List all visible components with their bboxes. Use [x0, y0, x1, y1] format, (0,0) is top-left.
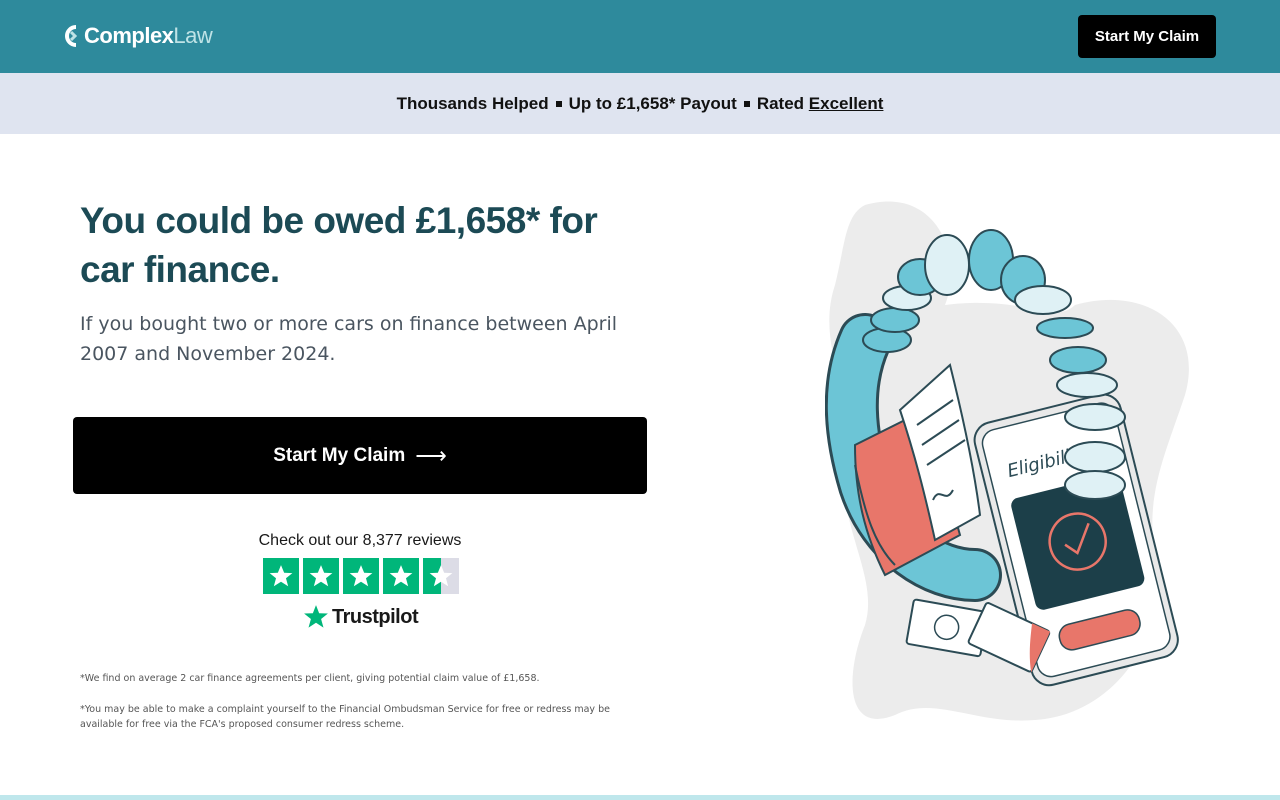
- trustpilot-logo[interactable]: Trustpilot: [303, 604, 419, 630]
- header-start-claim-button[interactable]: Start My Claim: [1078, 15, 1216, 58]
- star-icon: [303, 558, 339, 594]
- banner-item-payout: Up to £1,658* Payout: [568, 93, 737, 113]
- banner-separator: [743, 100, 750, 107]
- hero-title: You could be owed £1,658* for car financ…: [80, 200, 598, 290]
- arrow-right-icon: ⟶: [415, 442, 447, 468]
- hero-start-claim-button[interactable]: Start My Claim ⟶: [73, 417, 647, 494]
- banner-separator: [555, 100, 562, 107]
- logo-mark-icon: [65, 25, 78, 47]
- hero-illustration: Eligibility: [825, 201, 1189, 721]
- trustpilot-brand-text: Trustpilot: [332, 605, 419, 628]
- logo-text-primary: Complex: [84, 23, 174, 48]
- footnote-ombudsman: *You may be able to make a complaint you…: [80, 704, 610, 730]
- reviews-count-text[interactable]: Check out our 8,377 reviews: [160, 532, 560, 550]
- banner-excellent-link[interactable]: Excellent: [809, 94, 884, 114]
- bottom-section-edge: [0, 795, 1280, 800]
- trustpilot-star-icon: [304, 605, 328, 628]
- footnote-average-claim: *We find on average 2 car finance agreem…: [80, 673, 540, 684]
- complexlaw-logo[interactable]: Complex Law: [62, 22, 213, 50]
- hero-subtitle: If you bought two or more cars on financ…: [80, 313, 618, 365]
- trust-banner: Thousands Helped Up to £1,658* Payout Ra…: [0, 73, 1280, 134]
- banner-item-rated-prefix: Rated: [756, 93, 805, 113]
- star-icon: [383, 558, 419, 594]
- trustpilot-stars[interactable]: [263, 558, 459, 594]
- site-header: Complex Law Start My Claim: [0, 0, 1280, 73]
- banner-item-helped: Thousands Helped: [396, 93, 549, 113]
- star-icon: [263, 558, 299, 594]
- half-star-icon: [423, 558, 459, 594]
- logo-text-secondary: Law: [173, 23, 213, 48]
- star-icon: [343, 558, 379, 594]
- hero-cta-label: Start My Claim: [273, 444, 406, 466]
